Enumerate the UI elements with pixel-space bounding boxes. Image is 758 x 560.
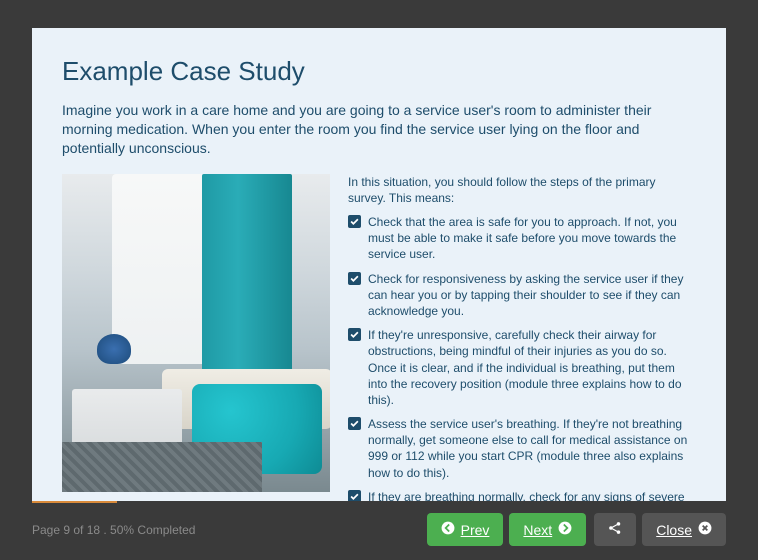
prev-label: Prev [461,522,490,538]
checklist-text: Assess the service user's breathing. If … [368,417,687,480]
close-button[interactable]: Close [642,513,726,546]
right-controls: Close [594,513,726,546]
checklist: Check that the area is safe for you to a… [348,214,696,501]
check-icon [348,272,361,285]
case-study-image [62,174,330,492]
next-button[interactable]: Next [509,513,586,546]
checklist-item: Check that the area is safe for you to a… [348,214,696,263]
footer-bar: Page 9 of 18 . 50% Completed Prev Next C… [0,503,758,560]
page-indicator: Page 9 of 18 . 50% Completed [32,523,419,537]
share-icon [608,521,622,538]
share-button[interactable] [594,513,636,546]
intro-text: In this situation, you should follow the… [348,174,696,206]
arrow-right-icon [558,521,572,538]
content-card: Example Case Study Imagine you work in a… [32,28,726,501]
nav-buttons: Prev Next [427,513,587,546]
checklist-text: If they are breathing normally, check fo… [368,490,688,501]
checklist-item: Check for responsiveness by asking the s… [348,271,696,320]
page-title: Example Case Study [62,56,696,87]
main-area: In this situation, you should follow the… [62,174,696,501]
checklist-item: Assess the service user's breathing. If … [348,416,696,481]
checklist-item: If they are breathing normally, check fo… [348,489,696,501]
close-icon [698,521,712,538]
checklist-text: Check that the area is safe for you to a… [368,215,677,261]
arrow-left-icon [441,521,455,538]
next-label: Next [523,522,552,538]
checklist-item: If they're unresponsive, carefully check… [348,327,696,408]
check-icon [348,215,361,228]
checklist-text: If they're unresponsive, carefully check… [368,328,682,407]
close-label: Close [656,522,692,538]
checklist-text: Check for responsiveness by asking the s… [368,272,683,318]
prev-button[interactable]: Prev [427,513,504,546]
scenario-text: Imagine you work in a care home and you … [62,101,696,158]
instructions-column: In this situation, you should follow the… [348,174,696,501]
check-icon [348,417,361,430]
check-icon [348,328,361,341]
check-icon [348,490,361,501]
